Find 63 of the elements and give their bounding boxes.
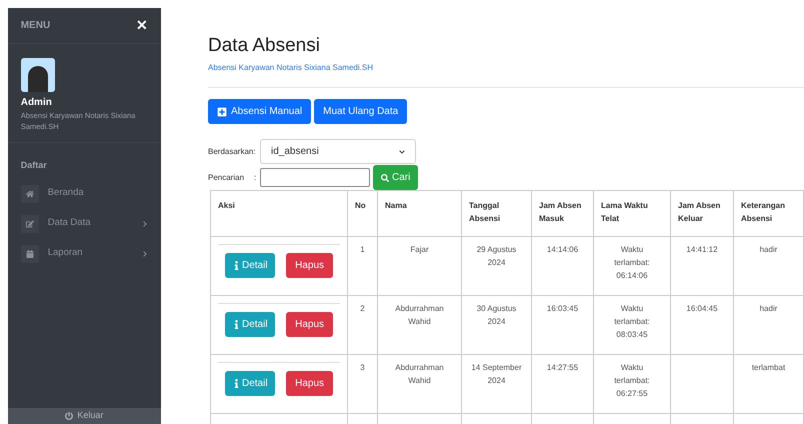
sidebar-item[interactable]: Laporan <box>8 238 161 268</box>
table-cell: hadir <box>734 296 804 355</box>
delete-button[interactable]: Hapus <box>286 312 333 337</box>
table-cell: 16:04:45 <box>671 296 734 355</box>
table-cell: 14:27:55 <box>532 355 594 414</box>
caret-icon <box>399 148 405 154</box>
detail-button[interactable]: Detail <box>225 312 275 337</box>
logout-button[interactable]: Keluar <box>8 408 161 424</box>
section-title: Daftar <box>20 159 48 172</box>
column-header: Nama <box>378 191 462 237</box>
column-header: Jam Absen Masuk <box>532 191 594 237</box>
delete-button[interactable]: Hapus <box>286 253 333 278</box>
table-cell: 3 <box>348 355 378 414</box>
info-icon <box>232 379 241 388</box>
filter-label: Berdasarkan: <box>208 146 257 158</box>
detail-button[interactable]: Detail <box>225 253 275 278</box>
info-icon <box>232 261 241 270</box>
column-header: Tanggal Absensi <box>462 191 532 237</box>
table-cell: Waktu terlambat: 08:03:45 <box>594 296 671 355</box>
search-field[interactable] <box>260 168 370 187</box>
filter-select[interactable]: id_absensi <box>260 139 416 164</box>
table-cell: 16:03:45 <box>532 296 594 355</box>
power-icon <box>65 412 74 420</box>
delete-button[interactable]: Hapus <box>286 371 333 396</box>
table-cell: terlambat <box>734 355 804 414</box>
close-button[interactable]: ✕ <box>136 15 148 36</box>
add-button[interactable]: Absensi Manual <box>208 99 312 124</box>
info-icon <box>232 320 241 329</box>
page-subtitle: Absensi Karyawan Notaris Sixiana Samedi.SH <box>208 62 374 74</box>
table-cell: 14:41:12 <box>671 237 734 296</box>
search-button[interactable]: Cari <box>373 165 418 190</box>
table-cell: Waktu terlambat: 06:14:06 <box>594 237 671 296</box>
column-header: No <box>348 191 378 237</box>
table-cell: Abdurrahman Wahid <box>378 355 462 414</box>
menu-title: MENU <box>20 19 50 33</box>
search-icon <box>381 174 389 182</box>
table-cell: 2 <box>348 296 378 355</box>
table-cell: Fajar <box>378 237 462 296</box>
calendar-icon <box>26 250 34 258</box>
user-name: Admin <box>20 96 53 110</box>
column-header: Aksi <box>211 191 348 237</box>
sidebar-item[interactable]: Data Data <box>8 208 161 238</box>
reload-button[interactable]: Muat Ulang Data <box>314 99 408 124</box>
table-cell: Abdurrahman Wahid <box>378 296 462 355</box>
table-cell: Waktu terlambat: 06:27:55 <box>594 355 671 414</box>
column-header: Jam Absen Keluar <box>671 191 734 237</box>
table-cell: 29 Agustus 2024 <box>462 237 532 296</box>
table-cell: 14 September 2024 <box>462 355 532 414</box>
search-label: Pencarian <box>208 172 246 184</box>
column-header: Lama Waktu Telat <box>594 191 671 237</box>
table-cell: 30 Agustus 2024 <box>462 296 532 355</box>
table-cell: hadir <box>734 237 804 296</box>
sidebar-item[interactable]: Beranda <box>8 178 161 208</box>
edit-icon <box>26 220 34 228</box>
avatar-icon <box>20 58 55 92</box>
colon-text: : <box>254 172 258 184</box>
plus-icon <box>217 106 227 116</box>
column-header: Keterangan Absensi <box>734 191 804 237</box>
home-icon <box>26 190 34 198</box>
table-cell: 1 <box>348 237 378 296</box>
detail-button[interactable]: Detail <box>225 371 275 396</box>
page-title: Data Absensi <box>208 35 321 57</box>
table-cell: 14:14:06 <box>532 237 594 296</box>
